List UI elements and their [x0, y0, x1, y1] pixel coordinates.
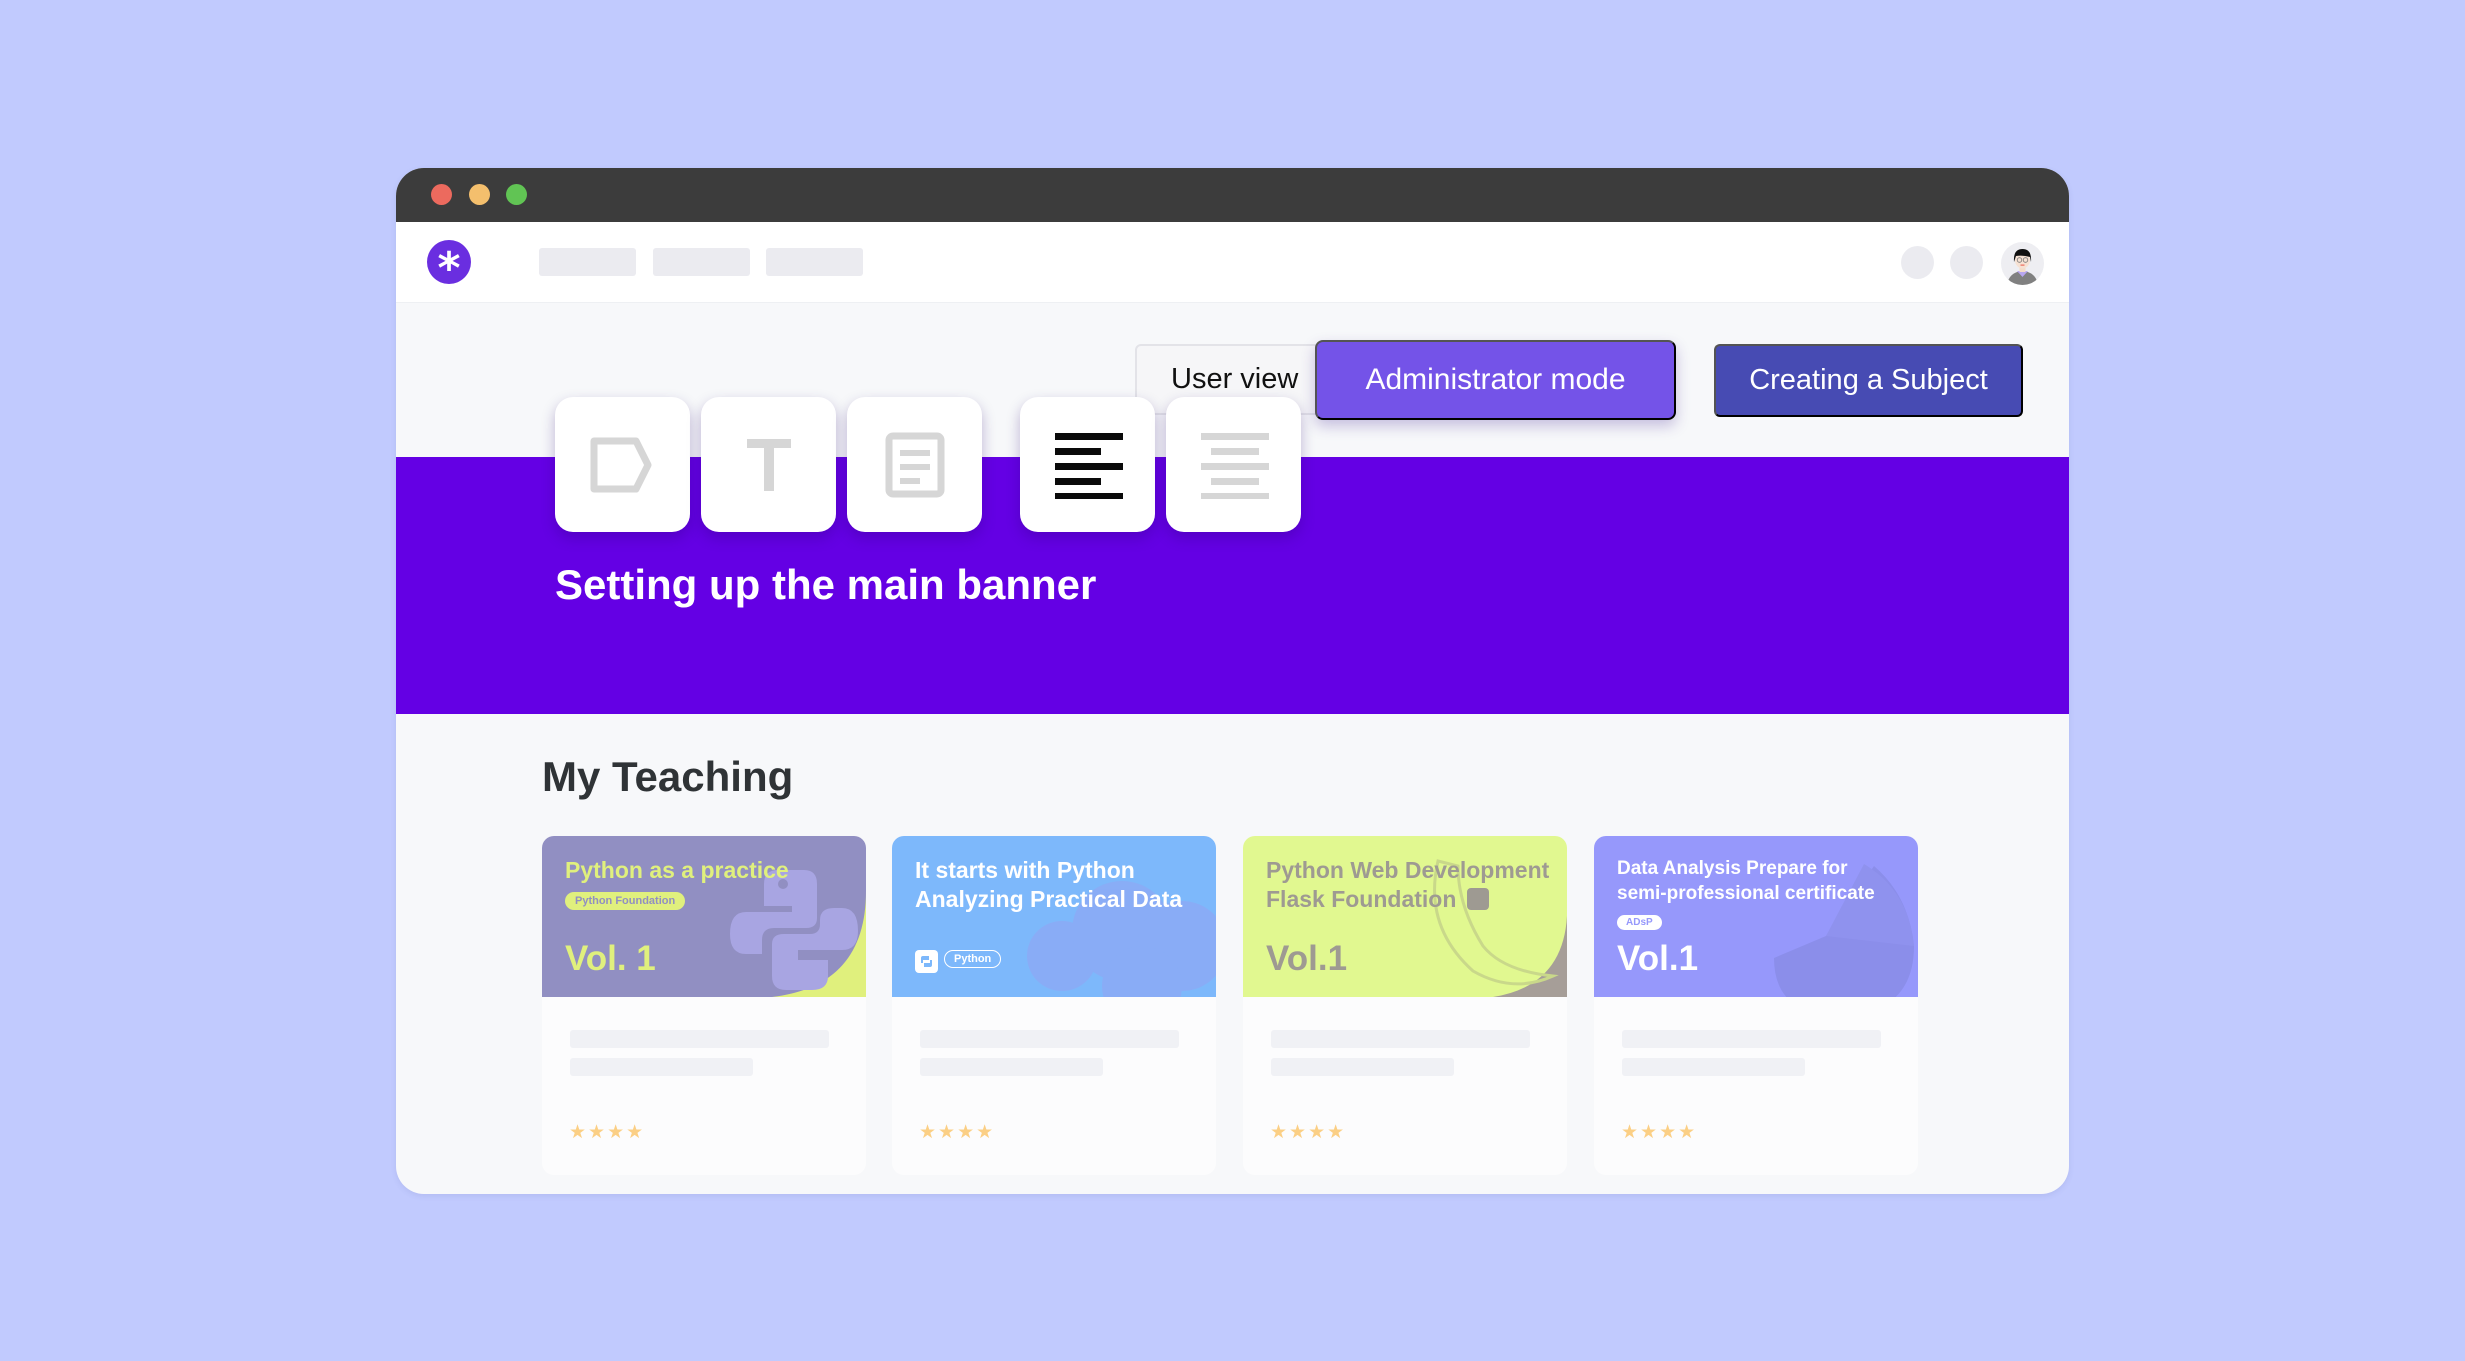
star-icon: ★: [1621, 1122, 1639, 1143]
star-icon: ★: [607, 1122, 625, 1143]
star-icon: ★: [1678, 1122, 1696, 1143]
course-title: Python as a practice: [565, 857, 789, 883]
text-placeholder: [570, 1030, 829, 1048]
star-icon: ★: [957, 1122, 975, 1143]
nav-icon-placeholder[interactable]: [1901, 246, 1934, 279]
course-title-line: Flask Foundation: [1266, 885, 1549, 914]
star-icon: ★: [1289, 1122, 1307, 1143]
text-placeholder: [920, 1058, 1103, 1076]
rating-stars: ★ ★ ★ ★: [1270, 1123, 1344, 1142]
text-icon: [746, 438, 791, 491]
course-cover: Python Web Development Flask Foundation …: [1243, 836, 1567, 997]
python-icon: [915, 950, 938, 973]
course-tag: ADsP: [1617, 915, 1662, 930]
administrator-mode-button[interactable]: Administrator mode: [1315, 340, 1676, 420]
banner-title[interactable]: Setting up the main banner: [555, 561, 1096, 609]
course-card[interactable]: Data Analysis Prepare for semi-professio…: [1594, 836, 1918, 1175]
course-title: Python Web Development Flask Foundation: [1266, 856, 1549, 914]
star-icon: ★: [588, 1122, 606, 1143]
browser-window: * User view Administrator mode Creating …: [396, 168, 2069, 1194]
star-icon: ★: [626, 1122, 644, 1143]
text-placeholder: [570, 1058, 753, 1076]
star-icon: ★: [919, 1122, 937, 1143]
course-volume: Vol.1: [1617, 939, 1699, 978]
course-cover: Data Analysis Prepare for semi-professio…: [1594, 836, 1918, 997]
course-title-line: Analyzing Practical Data: [915, 886, 1183, 912]
create-subject-button[interactable]: Creating a Subject: [1714, 344, 2023, 417]
align-center-tool-button[interactable]: [1166, 397, 1301, 532]
star-icon: ★: [569, 1122, 587, 1143]
title-bar: [396, 168, 2069, 222]
course-volume: Vol.1: [1266, 939, 1348, 978]
text-placeholder: [1271, 1030, 1530, 1048]
minimize-window-button[interactable]: [469, 184, 490, 205]
flask-icon: [1466, 888, 1489, 910]
nav-item-placeholder[interactable]: [766, 248, 863, 276]
document-tool-button[interactable]: [847, 397, 982, 532]
text-placeholder: [1622, 1058, 1805, 1076]
course-card[interactable]: Python as a practice Python Foundation V…: [542, 836, 866, 1175]
star-icon: ★: [1659, 1122, 1677, 1143]
course-cover: Python as a practice Python Foundation V…: [542, 836, 866, 997]
course-title-line: semi-professional certificate: [1617, 883, 1875, 904]
course-title-line: Python Web Development: [1266, 857, 1550, 883]
asterisk-logo-icon[interactable]: *: [427, 240, 471, 284]
course-tag: Python Foundation: [565, 892, 686, 910]
label-tag-icon: [590, 437, 651, 492]
document-icon: [885, 432, 944, 497]
nav-item-placeholder[interactable]: [539, 248, 636, 276]
user-avatar-icon[interactable]: [2001, 242, 2044, 285]
align-left-tool-button[interactable]: [1020, 397, 1155, 532]
course-title-line: It starts with Python: [915, 857, 1135, 883]
nav-icon-placeholder[interactable]: [1950, 246, 1983, 279]
top-navbar: *: [396, 222, 2069, 303]
align-center-icon: [1200, 432, 1269, 499]
course-tag: Python: [944, 950, 1002, 968]
rating-stars: ★ ★ ★ ★: [919, 1123, 993, 1142]
star-icon: ★: [1308, 1122, 1326, 1143]
course-card[interactable]: It starts with Python Analyzing Practica…: [892, 836, 1216, 1175]
star-icon: ★: [976, 1122, 994, 1143]
section-title: My Teaching: [542, 753, 794, 800]
course-title: It starts with Python Analyzing Practica…: [915, 856, 1182, 914]
text-placeholder: [1271, 1058, 1454, 1076]
rating-stars: ★ ★ ★ ★: [1621, 1123, 1695, 1142]
nav-item-placeholder[interactable]: [653, 248, 750, 276]
close-window-button[interactable]: [431, 184, 452, 205]
star-icon: ★: [938, 1122, 956, 1143]
star-icon: ★: [1640, 1122, 1658, 1143]
course-title-line: Data Analysis Prepare for: [1617, 858, 1848, 879]
maximize-window-button[interactable]: [506, 184, 527, 205]
align-left-icon: [1054, 432, 1123, 499]
course-volume: Vol. 1: [565, 939, 656, 978]
star-icon: ★: [1327, 1122, 1345, 1143]
course-card[interactable]: Python Web Development Flask Foundation …: [1243, 836, 1567, 1175]
text-placeholder: [920, 1030, 1179, 1048]
rating-stars: ★ ★ ★ ★: [569, 1123, 643, 1142]
label-tool-button[interactable]: [555, 397, 690, 532]
text-tool-button[interactable]: [701, 397, 836, 532]
course-cover: It starts with Python Analyzing Practica…: [892, 836, 1216, 997]
star-icon: ★: [1270, 1122, 1288, 1143]
text-placeholder: [1622, 1030, 1881, 1048]
course-title: Data Analysis Prepare for semi-professio…: [1617, 856, 1875, 906]
